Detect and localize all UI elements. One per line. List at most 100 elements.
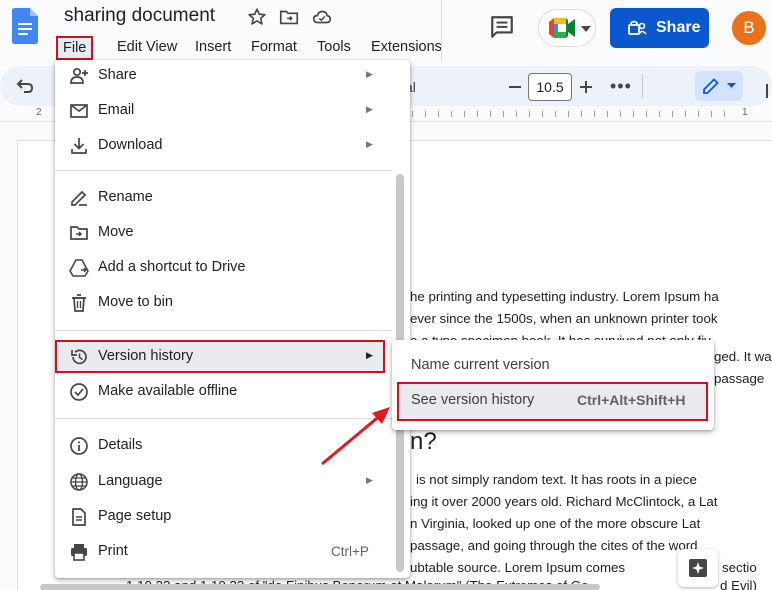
move-icon bbox=[70, 226, 88, 240]
trash-icon bbox=[72, 294, 86, 312]
print-icon bbox=[71, 544, 87, 561]
menu-item-label: Move bbox=[98, 224, 134, 240]
ruler-tick bbox=[659, 111, 660, 117]
paragraph-line: ever since the 1500s, when an unknown pr… bbox=[410, 311, 718, 326]
menu-insert[interactable]: Insert bbox=[190, 36, 236, 60]
offline-icon bbox=[70, 383, 88, 401]
cloud-saved-icon[interactable] bbox=[311, 6, 333, 28]
comment-history-icon[interactable] bbox=[489, 14, 515, 40]
meet-button[interactable] bbox=[538, 9, 596, 47]
increase-font-size-icon[interactable] bbox=[574, 75, 598, 99]
menu-item-print[interactable]: Print Ctrl+P bbox=[55, 536, 392, 568]
ruler-tick bbox=[685, 111, 686, 117]
submenu-arrow-icon: ▶ bbox=[366, 69, 373, 79]
document-title[interactable]: sharing document bbox=[64, 5, 215, 27]
move-folder-icon[interactable] bbox=[278, 6, 300, 28]
header-divider bbox=[441, 0, 442, 62]
menu-item-move-to-bin[interactable]: Move to bin bbox=[55, 287, 392, 319]
submenu-arrow-icon: ▶ bbox=[366, 350, 373, 360]
mode-dropdown-icon bbox=[727, 83, 736, 88]
ruler-tick bbox=[542, 111, 543, 117]
file-menu: Share ▶ Email ▶ Download ▶ Rename Move A… bbox=[55, 60, 410, 578]
ruler-tick bbox=[503, 111, 504, 117]
name-current-version-item[interactable]: Name current version bbox=[411, 357, 550, 373]
paragraph-line: is not simply random text. It has roots … bbox=[416, 472, 697, 487]
undo-icon[interactable] bbox=[14, 76, 34, 96]
paragraph-line: ing it over 2000 years old. Richard McCl… bbox=[410, 494, 718, 509]
menu-separator bbox=[55, 330, 392, 331]
editing-mode-button[interactable] bbox=[695, 71, 743, 101]
menu-item-language[interactable]: Language ▶ bbox=[55, 466, 392, 498]
collapse-toolbar-icon[interactable] bbox=[766, 84, 768, 98]
horizontal-scrollbar[interactable] bbox=[40, 584, 600, 590]
menu-item-version-history[interactable]: Version history ▶ bbox=[55, 340, 385, 373]
paragraph-line: passage, and going through the cites of … bbox=[410, 538, 698, 553]
menu-item-share[interactable]: Share ▶ bbox=[55, 60, 392, 92]
menu-item-page-setup[interactable]: Page setup bbox=[55, 501, 392, 533]
email-icon bbox=[70, 104, 88, 118]
ruler-tick bbox=[607, 111, 608, 117]
paragraph-line: he printing and typesetting industry. Lo… bbox=[410, 289, 719, 304]
menu-item-add-shortcut[interactable]: Add a shortcut to Drive bbox=[55, 252, 392, 284]
menu-format[interactable]: Format bbox=[246, 36, 302, 60]
menu-item-label: Share bbox=[98, 67, 137, 83]
meet-dropdown-icon bbox=[581, 26, 591, 32]
ruler-tick bbox=[568, 111, 569, 117]
pencil-icon bbox=[703, 78, 719, 94]
paragraph-line: n Virginia, looked up one of the more ob… bbox=[410, 516, 701, 531]
ruler-tick bbox=[412, 111, 413, 117]
ruler-tick bbox=[711, 111, 712, 117]
info-icon bbox=[70, 437, 88, 455]
toolbar-divider bbox=[642, 74, 643, 98]
see-version-history-label: See version history bbox=[411, 392, 535, 408]
explore-button[interactable] bbox=[678, 549, 718, 587]
globe-icon bbox=[70, 473, 88, 491]
submenu-arrow-icon: ▶ bbox=[366, 104, 373, 114]
ruler-tick bbox=[529, 111, 530, 117]
ruler-tick bbox=[438, 111, 439, 117]
menu-tools[interactable]: Tools bbox=[312, 36, 356, 60]
menu-item-download[interactable]: Download ▶ bbox=[55, 130, 392, 162]
ruler-tick bbox=[646, 111, 647, 117]
menu-item-label: Add a shortcut to Drive bbox=[98, 259, 246, 275]
menu-item-rename[interactable]: Rename bbox=[55, 182, 392, 214]
paragraph-line: ged. It wa bbox=[714, 349, 772, 364]
history-icon bbox=[71, 349, 87, 365]
menu-item-email[interactable]: Email ▶ bbox=[55, 95, 392, 127]
paragraph-line: ubtable source. Lorem Ipsum comes bbox=[410, 560, 626, 575]
decrease-font-size-icon[interactable] bbox=[503, 75, 527, 99]
people-icon bbox=[628, 20, 647, 35]
font-size-input[interactable]: 10.5 bbox=[528, 73, 572, 101]
ruler-tick bbox=[672, 111, 673, 117]
menu-view[interactable]: View bbox=[141, 36, 182, 60]
ruler-tick bbox=[594, 111, 595, 117]
ruler-label: 1 bbox=[742, 107, 748, 118]
page-icon bbox=[72, 508, 86, 526]
ruler-tick bbox=[464, 111, 465, 117]
ruler-tick bbox=[581, 111, 582, 117]
menu-item-label: Print bbox=[98, 543, 128, 559]
ruler-tick bbox=[620, 111, 621, 117]
paragraph-line: passage bbox=[714, 371, 765, 386]
menu-item-label: Download bbox=[98, 137, 163, 153]
ruler-tick bbox=[425, 111, 426, 117]
paragraph-line: d Evil) bbox=[720, 578, 757, 590]
more-options-icon[interactable]: ••• bbox=[610, 76, 632, 97]
share-button[interactable]: Share bbox=[610, 8, 709, 48]
menu-item-shortcut: Ctrl+P bbox=[331, 544, 369, 559]
drive-shortcut-icon bbox=[69, 259, 89, 277]
annotation-arrow bbox=[321, 407, 390, 466]
section-heading: n? bbox=[410, 428, 437, 455]
person-add-icon bbox=[70, 67, 88, 84]
menu-item-move[interactable]: Move bbox=[55, 217, 392, 249]
share-label: Share bbox=[656, 19, 701, 36]
docs-logo-icon[interactable] bbox=[12, 8, 38, 44]
menu-file[interactable]: File bbox=[56, 36, 94, 60]
avatar[interactable]: B bbox=[732, 11, 766, 45]
star-icon[interactable] bbox=[246, 6, 268, 28]
ruler-tick bbox=[698, 111, 699, 117]
menu-item-label: Rename bbox=[98, 189, 153, 205]
menu-extensions[interactable]: Extensions bbox=[366, 36, 447, 60]
ruler-tick bbox=[477, 111, 478, 117]
explore-icon bbox=[689, 559, 707, 577]
